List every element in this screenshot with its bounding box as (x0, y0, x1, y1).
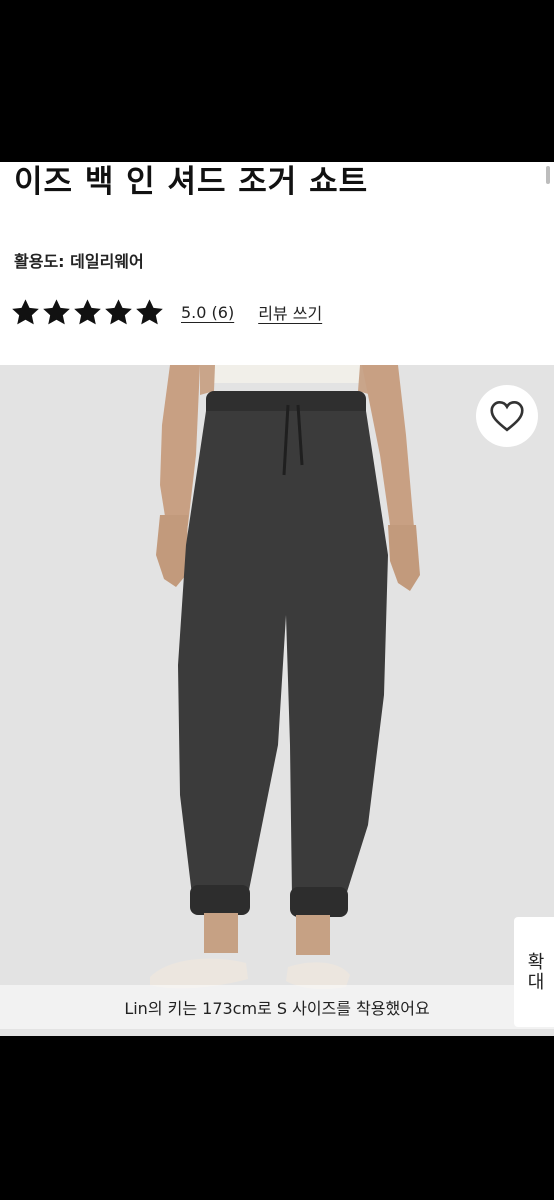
zoom-tab[interactable]: 확대 (514, 917, 554, 1027)
star-rating (10, 297, 165, 328)
product-image[interactable]: Lin의 키는 173cm로 S 사이즈를 착용했어요 확대 (0, 365, 554, 1036)
rating-row: 5.0 (6) 리뷰 쓰기 (10, 294, 322, 330)
star-icon (136, 298, 163, 324)
model-size-caption: Lin의 키는 173cm로 S 사이즈를 착용했어요 (0, 985, 554, 1029)
product-page: 이즈 백 인 셔드 조거 쇼트 활용도: 데일리웨어 5.0 (6) 리뷰 쓰기 (0, 162, 554, 1036)
heart-outline-icon (490, 401, 524, 432)
wishlist-button[interactable] (476, 385, 538, 447)
write-review-link[interactable]: 리뷰 쓰기 (258, 300, 322, 324)
product-title: 이즈 백 인 셔드 조거 쇼트 (14, 164, 369, 200)
product-usage: 활용도: 데일리웨어 (14, 252, 144, 271)
star-icon (43, 298, 70, 324)
scrollbar[interactable] (546, 166, 550, 184)
zoom-tab-label: 확대 (524, 952, 545, 992)
star-icon (74, 298, 101, 324)
model-illustration (150, 365, 420, 989)
star-icon (105, 298, 132, 324)
star-icon (12, 298, 39, 324)
rating-summary-link[interactable]: 5.0 (6) (181, 303, 234, 322)
